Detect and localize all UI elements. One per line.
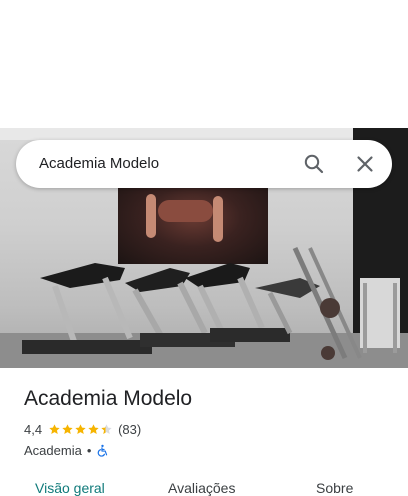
category-row: Academia • xyxy=(24,441,109,459)
blank-header-area xyxy=(0,0,408,128)
search-bar[interactable]: Academia Modelo xyxy=(16,140,392,188)
place-tabs: Visão geral Avaliações Sobre xyxy=(0,480,408,496)
tab-overview[interactable]: Visão geral xyxy=(35,480,105,496)
separator-dot: • xyxy=(86,442,92,458)
place-title: Academia Modelo xyxy=(24,387,193,410)
close-icon[interactable] xyxy=(353,152,377,176)
rating-stars xyxy=(48,423,113,436)
tab-reviews[interactable]: Avaliações xyxy=(168,480,235,496)
place-info-panel: Academia Modelo 4,4 (83) Academia • Visã… xyxy=(0,368,408,496)
rating-value: 4,4 xyxy=(24,421,43,437)
star-icon xyxy=(49,423,60,434)
place-category: Academia xyxy=(24,442,82,458)
star-icon xyxy=(62,423,73,434)
tab-about[interactable]: Sobre xyxy=(316,480,353,496)
search-input[interactable]: Academia Modelo xyxy=(39,154,159,174)
star-icon xyxy=(75,423,86,434)
star-icon xyxy=(88,423,99,434)
search-icon[interactable] xyxy=(302,152,326,176)
rating-row[interactable]: 4,4 (83) xyxy=(24,420,141,438)
star-icon xyxy=(101,423,112,434)
review-count[interactable]: (83) xyxy=(118,422,141,437)
wheelchair-icon xyxy=(96,444,109,457)
